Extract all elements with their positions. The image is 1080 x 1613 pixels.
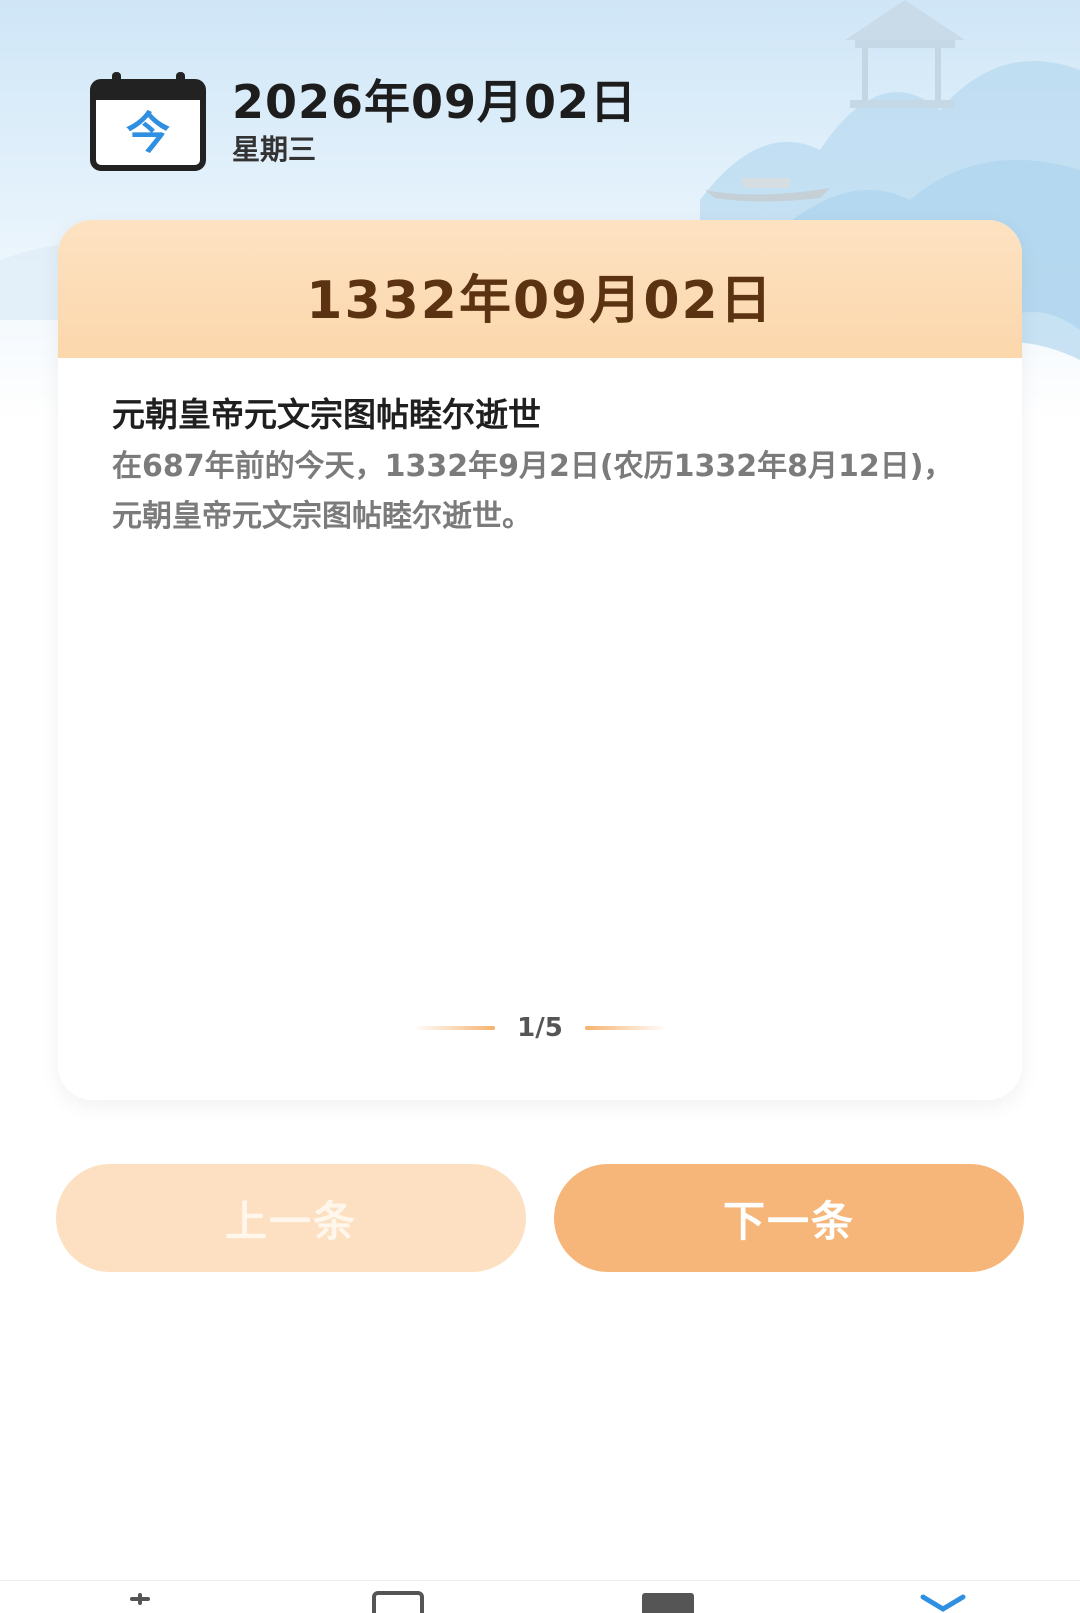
tab-4-icon[interactable] bbox=[915, 1591, 971, 1613]
previous-button[interactable]: 上一条 bbox=[56, 1164, 526, 1272]
pager-line-right bbox=[584, 1026, 667, 1030]
calendar-today-icon: 今 bbox=[90, 72, 208, 172]
pager-line-left bbox=[413, 1026, 496, 1030]
page-indicator: 1/5 bbox=[58, 1008, 1022, 1048]
bottom-tab-bar bbox=[0, 1580, 1080, 1613]
card-header: 1332年09月02日 bbox=[58, 220, 1022, 358]
history-date: 1332年09月02日 bbox=[306, 271, 774, 331]
event-title: 元朝皇帝元文宗图帖睦尔逝世 bbox=[112, 395, 541, 434]
tab-2-icon[interactable] bbox=[370, 1591, 426, 1613]
pager-text: 1/5 bbox=[517, 1013, 563, 1043]
tab-3-icon[interactable] bbox=[640, 1591, 696, 1613]
calendar-icon-char: 今 bbox=[126, 108, 170, 159]
event-description: 在687年前的今天，1332年9月2日(农历1332年8月12日)，元朝皇帝元文… bbox=[112, 449, 954, 534]
today-weekday: 星期三 bbox=[232, 133, 317, 166]
next-button[interactable]: 下一条 bbox=[554, 1164, 1024, 1272]
today-date: 2026年09月02日 bbox=[232, 75, 638, 129]
history-event-card: 1332年09月02日 元朝皇帝元文宗图帖睦尔逝世 在687年前的今天，1332… bbox=[58, 220, 1022, 1100]
tab-1-icon[interactable] bbox=[112, 1591, 168, 1613]
